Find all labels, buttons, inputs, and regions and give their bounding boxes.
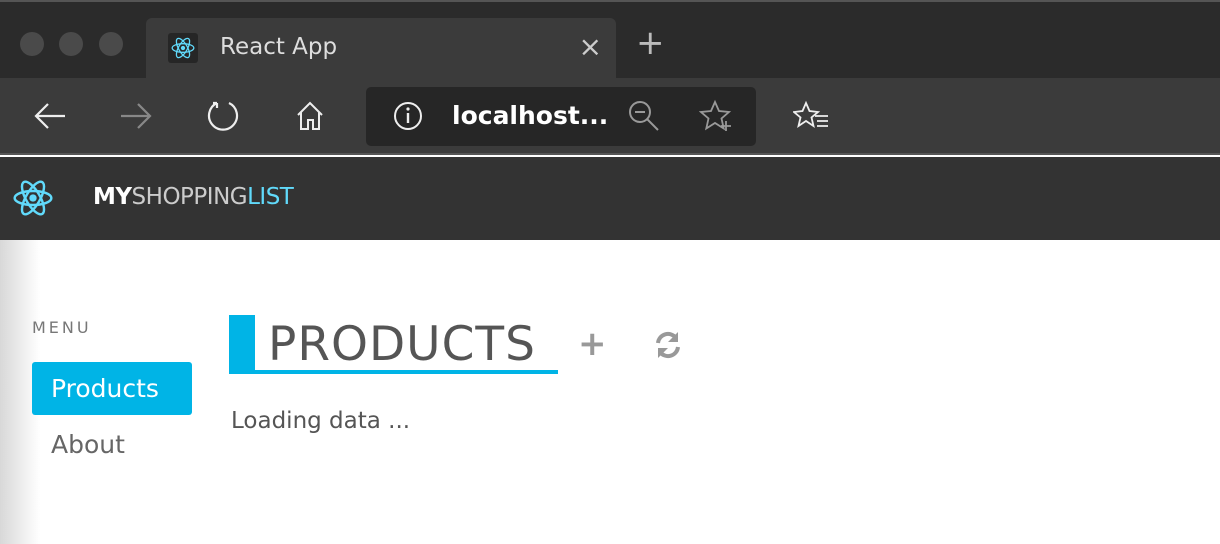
- favorites-icon[interactable]: [791, 96, 831, 136]
- brand-list: LIST: [247, 184, 294, 210]
- window-maximize-dot[interactable]: [99, 32, 123, 56]
- address-text[interactable]: localhost...: [452, 101, 608, 130]
- home-icon[interactable]: [290, 96, 330, 136]
- browser-tab[interactable]: React App ×: [146, 18, 616, 80]
- browser-titlebar: React App × +: [0, 0, 1220, 80]
- address-bar[interactable]: localhost...: [366, 87, 756, 146]
- back-arrow-icon[interactable]: [30, 96, 70, 136]
- brand-title[interactable]: MYSHOPPINGLIST: [93, 184, 294, 210]
- window-close-dot[interactable]: [20, 32, 44, 56]
- info-icon[interactable]: [388, 96, 428, 136]
- sidebar-item-about[interactable]: About: [32, 418, 192, 471]
- add-product-button[interactable]: +: [578, 324, 607, 364]
- react-logo-icon[interactable]: [12, 177, 54, 223]
- app-navbar: MYSHOPPINGLIST: [0, 157, 1220, 240]
- refresh-icon[interactable]: [203, 96, 243, 136]
- browser-toolbar: localhost...: [0, 78, 1220, 155]
- reload-icon[interactable]: [653, 330, 683, 364]
- tab-title: React App: [220, 34, 338, 60]
- loading-text: Loading data ...: [231, 408, 411, 434]
- sidebar-item-products[interactable]: Products: [32, 362, 192, 415]
- page-title: PRODUCTS: [268, 317, 536, 372]
- forward-arrow-icon[interactable]: [116, 96, 156, 136]
- window-minimize-dot[interactable]: [59, 32, 83, 56]
- menu-label: MENU: [32, 318, 92, 337]
- page-title-block: PRODUCTS: [229, 315, 558, 374]
- brand-my: MY: [93, 184, 132, 210]
- add-favorite-icon[interactable]: [696, 96, 736, 136]
- tab-close-icon[interactable]: ×: [579, 30, 602, 63]
- zoom-out-icon[interactable]: [624, 96, 664, 136]
- new-tab-button[interactable]: +: [636, 26, 665, 60]
- brand-shopping: SHOPPING: [131, 184, 248, 210]
- react-logo-icon: [168, 33, 198, 63]
- title-accent-bar: [229, 315, 255, 374]
